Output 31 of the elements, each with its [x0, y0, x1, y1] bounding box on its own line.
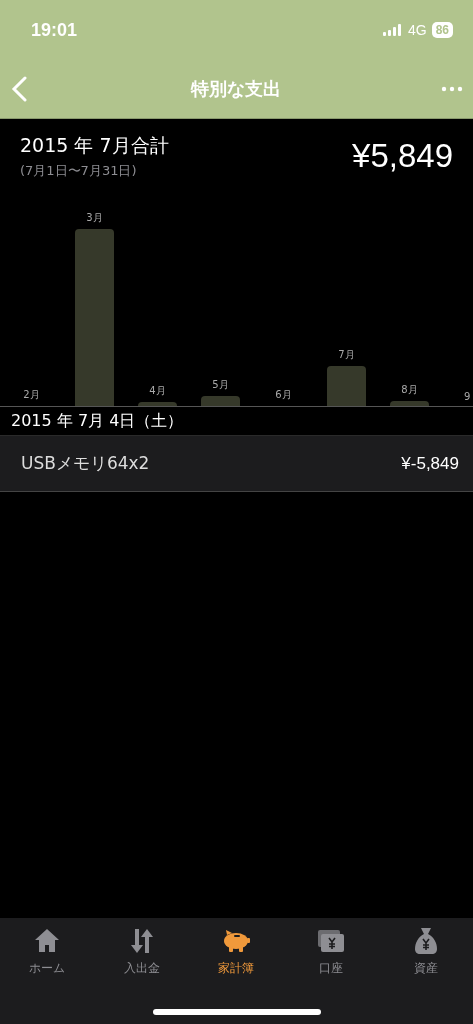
tab-item[interactable]: ホーム	[0, 926, 95, 977]
month-bar[interactable]	[327, 366, 366, 406]
screen-title: 特別な支出	[190, 77, 281, 101]
entry-amount: ¥-5,849	[401, 453, 459, 474]
tab-item[interactable]: 口座	[283, 926, 379, 977]
month-label[interactable]: 9	[464, 391, 471, 402]
month-label[interactable]: 3月	[86, 211, 103, 225]
month-bar[interactable]	[390, 401, 429, 406]
network-label: 4G	[407, 22, 427, 38]
month-bar[interactable]	[201, 396, 240, 406]
month-bar[interactable]	[75, 229, 114, 406]
month-label[interactable]: 2月	[23, 388, 40, 402]
month-label[interactable]: 6月	[275, 388, 292, 402]
tab-item[interactable]: 入出金	[94, 926, 190, 977]
month-label[interactable]: 5月	[212, 378, 229, 392]
tab-item[interactable]: 資産	[378, 926, 473, 977]
day-header: 2015 年 7月 4日（土）	[10, 410, 185, 432]
entry-row[interactable]: USBメモリ64x2 ¥-5,849	[0, 435, 473, 492]
battery-level: 86	[431, 22, 453, 38]
date-range: (7月1日〜7月31日)	[20, 162, 138, 180]
summary-title: 2015 年 7月合計	[20, 133, 169, 158]
month-label[interactable]: 4月	[149, 384, 166, 398]
month-bar[interactable]	[138, 402, 177, 406]
tab-item[interactable]: 家計簿	[189, 926, 284, 977]
signal-icon	[382, 24, 403, 36]
total-amount: ¥5,849	[352, 137, 453, 175]
month-label[interactable]: 8月	[401, 383, 418, 397]
entry-name: USBメモリ64x2	[21, 452, 150, 475]
month-label[interactable]: 7月	[338, 348, 355, 362]
more-icon[interactable]	[441, 86, 463, 92]
status-time: 19:01	[31, 19, 78, 41]
